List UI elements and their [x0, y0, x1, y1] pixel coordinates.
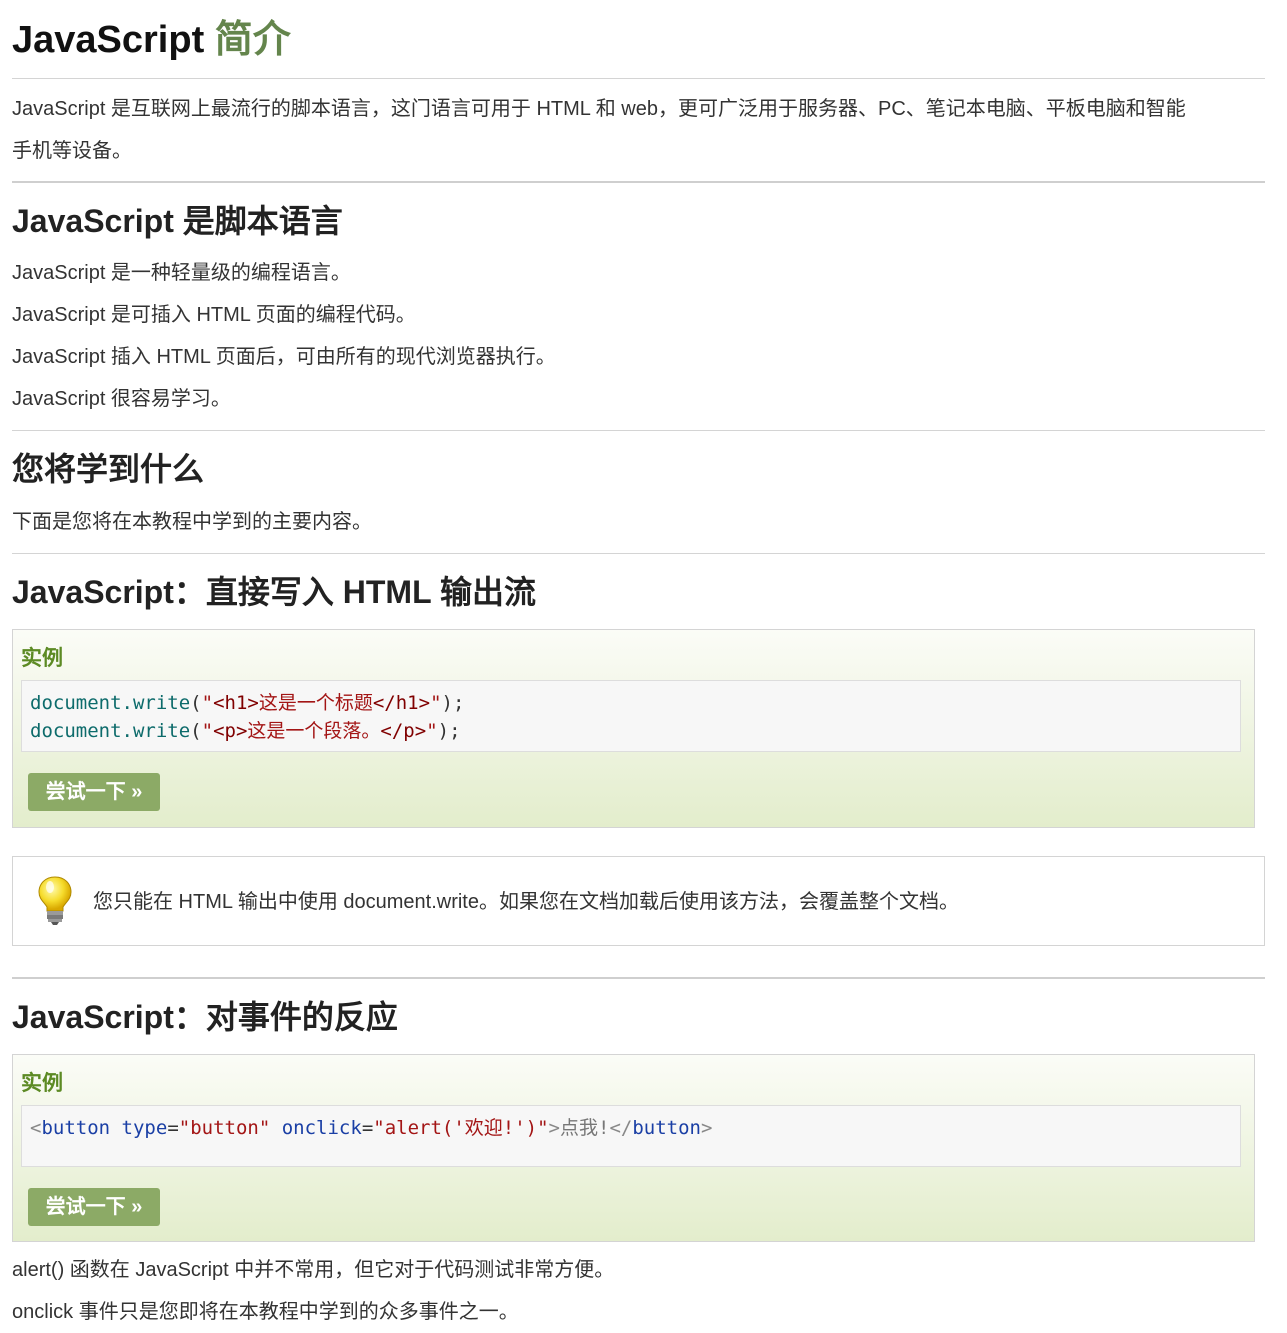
divider: [12, 430, 1265, 431]
example-box-write: 实例 document.write("<h1>这是一个标题</h1>"); do…: [12, 629, 1255, 828]
page-title: JavaScript 简介: [12, 0, 1265, 62]
code-block-events: <button type="button" onclick="alert('欢迎…: [21, 1105, 1241, 1167]
section-heading-script: JavaScript 是脚本语言: [12, 203, 343, 239]
example-box-events: 实例 <button type="button" onclick="alert(…: [12, 1054, 1255, 1242]
script-line-2: JavaScript 是可插入 HTML 页面的编程代码。: [12, 304, 416, 326]
page-title-accent: 简介: [214, 19, 291, 61]
footer-line-1: alert() 函数在 JavaScript 中并不常用，但它对于代码测试非常方…: [12, 1259, 615, 1281]
tip-box: 您只能在 HTML 输出中使用 document.write。如果您在文档加载后…: [12, 856, 1265, 946]
script-line-1: JavaScript 是一种轻量级的编程语言。: [12, 262, 351, 284]
code-line: <button type="button" onclick="alert('欢迎…: [30, 1117, 713, 1139]
code-block-write: document.write("<h1>这是一个标题</h1>"); docum…: [21, 680, 1241, 752]
lightbulb-icon: [38, 876, 72, 925]
example-title: 实例: [21, 647, 63, 670]
page-content: JavaScript 简介 JavaScript 是互联网上最流行的脚本语言，这…: [12, 0, 1265, 1323]
example-title: 实例: [21, 1072, 63, 1095]
intro-line-2: 手机等设备。: [12, 140, 132, 162]
try-it-button[interactable]: 尝试一下 »: [28, 773, 160, 811]
section-heading-write: JavaScript：直接写入 HTML 输出流: [12, 574, 536, 610]
divider: [12, 181, 1265, 183]
learn-text: 下面是您将在本教程中学到的主要内容。: [12, 511, 372, 533]
script-line-4: JavaScript 很容易学习。: [12, 388, 231, 410]
divider: [12, 553, 1265, 554]
divider: [12, 78, 1265, 79]
section-heading-learn: 您将学到什么: [12, 451, 205, 487]
footer-line-2: onclick 事件只是您即将在本教程中学到的众多事件之一。: [12, 1301, 519, 1323]
page-title-main: JavaScript: [12, 19, 205, 61]
code-line: document.write("<p>这是一个段落。</p>");: [30, 720, 461, 742]
try-it-button[interactable]: 尝试一下 »: [28, 1188, 160, 1226]
script-line-3: JavaScript 插入 HTML 页面后，可由所有的现代浏览器执行。: [12, 346, 556, 368]
code-line: document.write("<h1>这是一个标题</h1>");: [30, 692, 465, 714]
intro-line-1: JavaScript 是互联网上最流行的脚本语言，这门语言可用于 HTML 和 …: [12, 98, 1186, 120]
tip-text: 您只能在 HTML 输出中使用 document.write。如果您在文档加载后…: [93, 891, 959, 913]
divider: [12, 977, 1265, 979]
section-heading-events: JavaScript：对事件的反应: [12, 999, 398, 1035]
